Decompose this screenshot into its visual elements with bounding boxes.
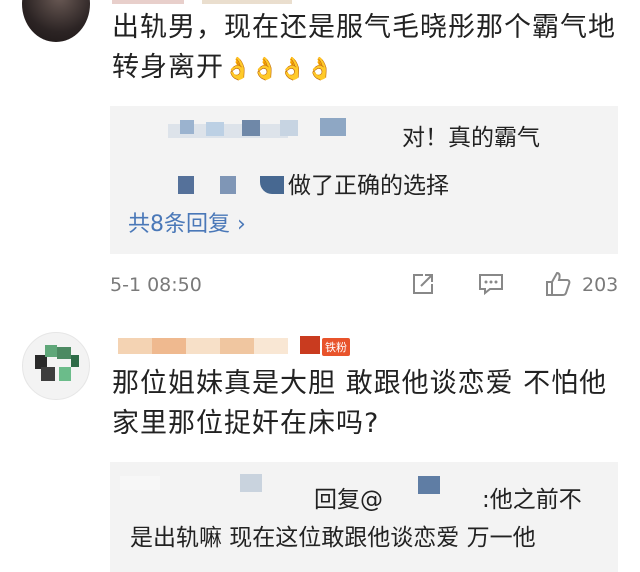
blur-pixel xyxy=(206,122,224,136)
comment-text: 出轨男，现在还是服气毛晓彤那个霸气地转身离开👌👌👌👌 xyxy=(112,8,632,90)
blur-pixel xyxy=(240,474,262,492)
blur-pixel xyxy=(418,476,440,494)
comment-icon-svg xyxy=(479,274,503,296)
share-icon[interactable] xyxy=(411,272,435,296)
blur-pixel xyxy=(280,120,298,136)
more-replies-link[interactable]: 共8条回复 › xyxy=(128,206,246,238)
blur-pixel xyxy=(57,347,71,359)
reply-text: 对！真的霸气 xyxy=(402,125,540,151)
blur-pixel xyxy=(320,118,346,136)
blur-pixel xyxy=(45,345,57,357)
blur-pixel xyxy=(260,176,284,194)
blur-pixel xyxy=(120,476,160,490)
username-blurred[interactable] xyxy=(118,338,288,354)
blur-pixel xyxy=(180,120,194,134)
reply-text: 做了正确的选择 xyxy=(288,173,449,199)
blur-pixel xyxy=(41,367,55,381)
comment-icon[interactable] xyxy=(478,272,504,296)
blur-pixel xyxy=(178,176,194,194)
reply-prefix: 回复@ xyxy=(314,487,383,513)
reply-preview-box[interactable]: 对！真的霸气 做了正确的选择 共8条回复 › xyxy=(110,106,618,254)
share-icon-svg xyxy=(413,274,433,294)
avatar[interactable] xyxy=(22,0,90,42)
username-blurred[interactable] xyxy=(112,0,292,4)
blur-pixel xyxy=(71,355,79,367)
fan-badge: 铁粉 xyxy=(322,338,350,356)
like-count: 203 xyxy=(582,274,619,296)
reply-text: :他之前不 xyxy=(482,487,582,513)
avatar[interactable] xyxy=(22,332,90,400)
blur-pixel xyxy=(220,176,236,194)
thumbs-up-icon[interactable] xyxy=(544,270,572,298)
blur-pixel xyxy=(300,336,320,354)
reply-text: 是出轨嘛 现在这位敢跟他谈恋爱 万一他 xyxy=(130,525,536,551)
blur-pixel xyxy=(59,367,71,381)
thumbs-up-icon-svg xyxy=(546,271,571,296)
comment-text: 那位姐妹真是大胆 敢跟他谈恋爱 不怕他家里那位捉奸在床吗? xyxy=(112,368,608,439)
blur-pixel xyxy=(242,120,260,136)
reply-preview-box[interactable]: 回复@ :他之前不 是出轨嘛 现在这位敢跟他谈恋爱 万一他 xyxy=(110,462,618,572)
timestamp: 5-1 08:50 xyxy=(110,274,202,296)
comment-text-body: 出轨男，现在还是服气毛晓彤那个霸气地转身离开 xyxy=(112,12,616,83)
ok-hand-emoji-icon: 👌👌👌👌 xyxy=(224,57,334,82)
